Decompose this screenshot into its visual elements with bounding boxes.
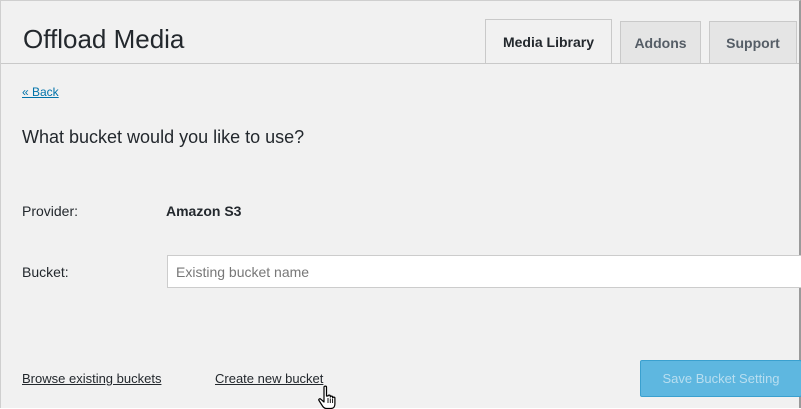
tab-bar: Media Library Addons Support — [477, 19, 797, 64]
provider-label: Provider: — [22, 203, 79, 219]
tab-addons[interactable]: Addons — [620, 21, 701, 64]
create-new-bucket-link[interactable]: Create new bucket — [215, 371, 323, 386]
browse-existing-buckets-link[interactable]: Browse existing buckets — [22, 371, 161, 386]
bucket-label: Bucket: — [22, 264, 69, 280]
tab-divider — [1, 63, 799, 64]
hand-pointer-icon — [318, 385, 336, 409]
provider-value: Amazon S3 — [166, 203, 242, 219]
save-bucket-setting-button[interactable]: Save Bucket Setting — [640, 360, 801, 397]
bucket-name-input[interactable] — [167, 255, 801, 288]
settings-panel: Offload Media Media Library Addons Suppo… — [0, 0, 801, 409]
bucket-question: What bucket would you like to use? — [22, 127, 305, 147]
tab-support[interactable]: Support — [709, 21, 797, 64]
page-title: Offload Media — [23, 24, 185, 54]
tab-media-library[interactable]: Media Library — [485, 19, 612, 64]
back-link[interactable]: « Back — [22, 85, 59, 99]
